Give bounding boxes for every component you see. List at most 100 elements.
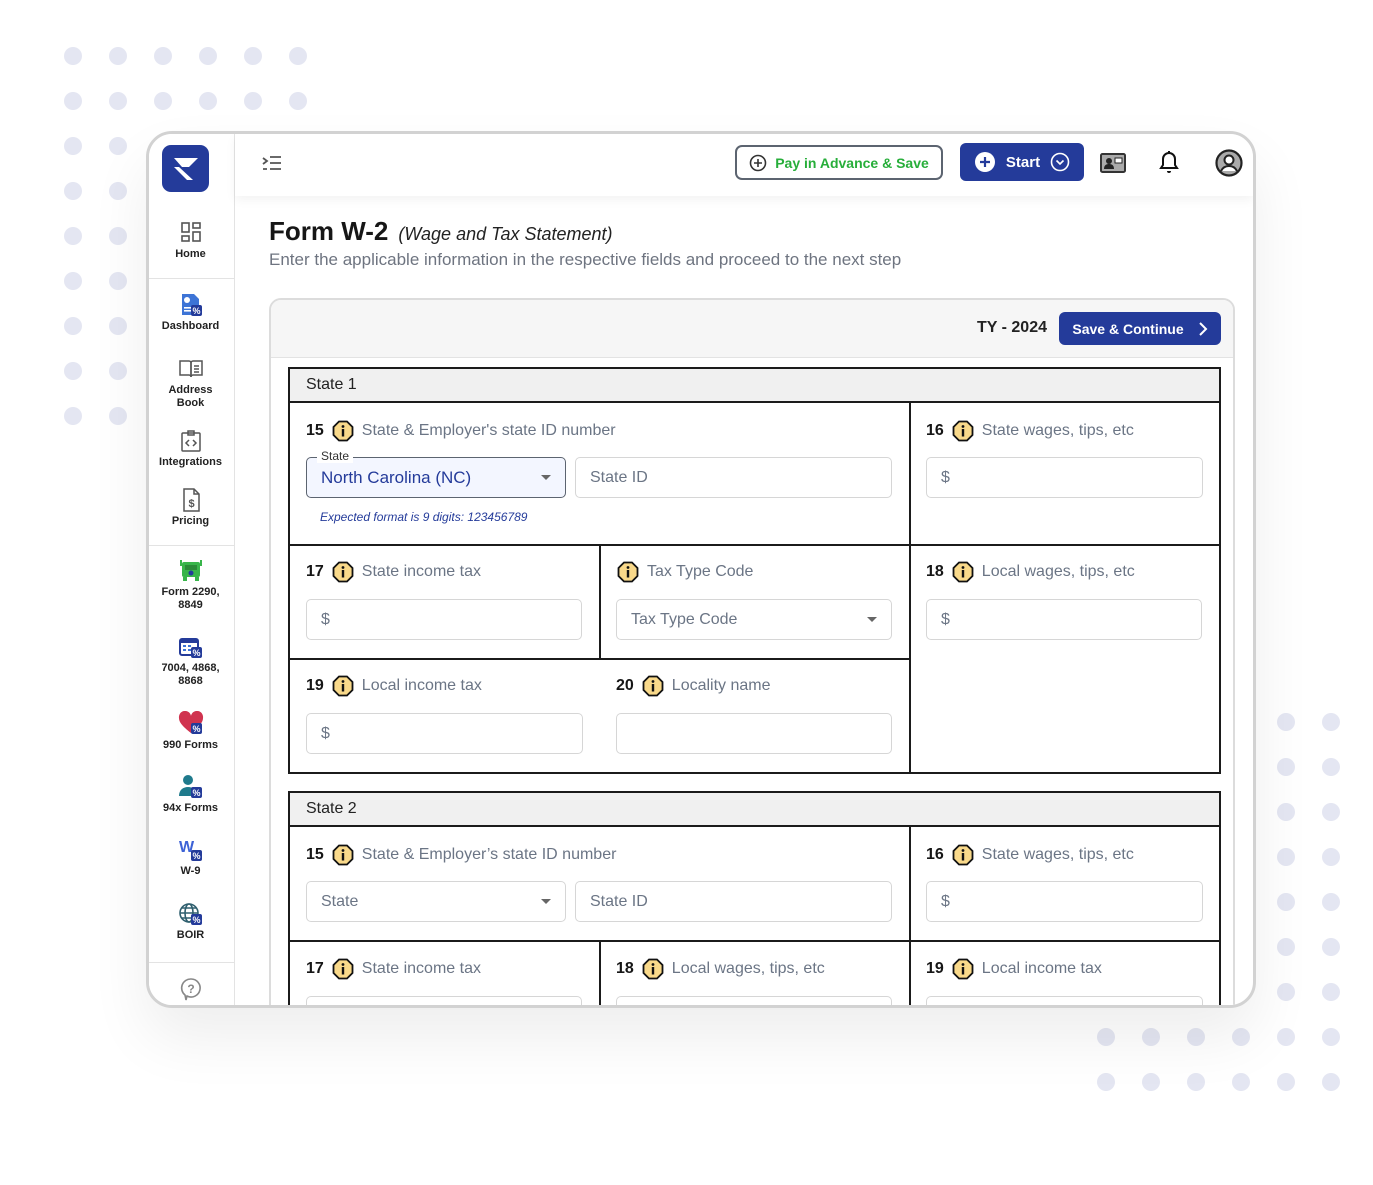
state-income-tax-input[interactable]: [306, 996, 582, 1005]
background-dot: [1277, 713, 1295, 731]
currency-placeholder: $: [941, 610, 950, 628]
svg-text:%: %: [192, 648, 200, 658]
background-dot: [64, 227, 82, 245]
sidebar-item-integrations[interactable]: Integrations: [149, 428, 232, 469]
main-content: Form W-2 (Wage and Tax Statement) Enter …: [235, 196, 1253, 1005]
contact-card-icon[interactable]: [1099, 149, 1127, 177]
pay-in-advance-button[interactable]: Pay in Advance & Save: [735, 145, 943, 180]
sidebar-item-94x-forms[interactable]: % 94x Forms: [149, 774, 232, 815]
plus-circle-icon: [749, 154, 767, 171]
background-dot: [109, 317, 127, 335]
background-dot: [1277, 803, 1295, 821]
info-icon[interactable]: [952, 561, 974, 583]
info-icon[interactable]: [952, 844, 974, 866]
local-wages-input[interactable]: $: [926, 599, 1202, 640]
sidebar-item-label: 7004, 4868, 8868: [161, 662, 220, 687]
save-continue-button[interactable]: Save & Continue: [1059, 312, 1221, 345]
tax-type-code-select[interactable]: Tax Type Code: [616, 599, 892, 640]
box-number: 18: [616, 960, 634, 977]
sidebar-item-990-forms[interactable]: % 990 Forms: [149, 711, 232, 752]
background-dot: [1322, 893, 1340, 911]
background-dot: [1322, 713, 1340, 731]
logo[interactable]: [162, 145, 209, 192]
page-title-subtitle: (Wage and Tax Statement): [398, 224, 613, 244]
divider: [909, 403, 911, 774]
chevron-down-circle-icon: [1050, 152, 1070, 172]
state-income-tax-input[interactable]: $: [306, 599, 582, 640]
caret-down-icon: [867, 617, 877, 622]
box-18-label: 18 Local wages, tips, etc: [926, 561, 1135, 583]
sidebar-item-help[interactable]: ?: [149, 976, 232, 1004]
box-17-label: 17 State income tax: [306, 958, 481, 980]
info-icon[interactable]: [332, 675, 354, 697]
info-icon[interactable]: [617, 561, 639, 583]
box-label: State income tax: [361, 563, 481, 580]
background-dot: [64, 182, 82, 200]
sidebar-item-dashboard[interactable]: % Dashboard: [149, 292, 232, 333]
local-income-tax-input[interactable]: $: [306, 713, 583, 754]
box-label: Local income tax: [361, 677, 482, 694]
svg-text:%: %: [192, 724, 200, 734]
integrations-icon: [180, 430, 201, 452]
calendar-icon: %: [178, 638, 202, 658]
info-icon[interactable]: [332, 561, 354, 583]
box-16-label: 16 State wages, tips, etc: [926, 844, 1134, 866]
divider: [909, 827, 911, 1005]
sidebar-item-label: Pricing: [171, 515, 210, 527]
info-icon[interactable]: [952, 958, 974, 980]
local-income-tax-input[interactable]: [926, 996, 1203, 1005]
state-select[interactable]: State: [306, 881, 566, 922]
sidebar-item-extensions[interactable]: % 7004, 4868, 8868: [149, 634, 232, 688]
background-dot: [1142, 1028, 1160, 1046]
background-dot: [1322, 758, 1340, 776]
state-wages-input[interactable]: $: [926, 457, 1203, 498]
sidebar-item-form-2290[interactable]: Form 2290, 8849: [149, 558, 232, 612]
background-dot: [1277, 1028, 1295, 1046]
user-avatar-icon[interactable]: [1215, 149, 1243, 177]
box-number: 17: [306, 960, 324, 977]
state-wages-input[interactable]: $: [926, 881, 1203, 922]
info-icon[interactable]: [642, 958, 664, 980]
svg-text:%: %: [192, 788, 200, 798]
background-dot: [64, 407, 82, 425]
sidebar-item-home[interactable]: Home: [149, 220, 232, 261]
info-icon[interactable]: [332, 420, 354, 442]
state-id-input[interactable]: State ID: [575, 881, 892, 922]
sidebar: Home % Dashboard Address Book Integratio…: [149, 134, 235, 1005]
info-icon[interactable]: [332, 844, 354, 866]
sidebar-item-label: 990 Forms: [162, 739, 219, 751]
app-window: Home % Dashboard Address Book Integratio…: [146, 131, 1256, 1008]
background-dot: [109, 407, 127, 425]
start-button[interactable]: Start: [960, 143, 1084, 181]
sidebar-item-address-book[interactable]: Address Book: [149, 356, 232, 410]
state-select[interactable]: State North Carolina (NC): [306, 449, 566, 498]
box-18-label: 18 Local wages, tips, etc: [616, 958, 825, 980]
state-1-title: State 1: [290, 369, 1219, 403]
local-wages-input[interactable]: [616, 996, 892, 1005]
info-icon[interactable]: [332, 958, 354, 980]
state-id-input[interactable]: State ID: [575, 457, 892, 498]
tax-type-code-label: Tax Type Code: [617, 561, 753, 583]
bell-icon[interactable]: [1155, 149, 1183, 177]
logo-icon: [173, 157, 198, 180]
tax-year: TY - 2024: [977, 319, 1047, 336]
box-15-label: 15 State & Employer’s state ID number: [306, 844, 616, 866]
background-dot: [1277, 893, 1295, 911]
topbar: Pay in Advance & Save Start: [235, 134, 1253, 196]
save-continue-label: Save & Continue: [1072, 320, 1184, 337]
state-2-title: State 2: [290, 793, 1219, 827]
sidebar-item-label: Home: [175, 248, 206, 260]
locality-name-input[interactable]: [616, 713, 892, 754]
background-dot: [1232, 1028, 1250, 1046]
background-dot: [1232, 1073, 1250, 1091]
menu-toggle-icon[interactable]: [261, 154, 283, 172]
info-icon[interactable]: [952, 420, 974, 442]
sidebar-item-boir[interactable]: % BOIR: [149, 901, 232, 942]
sidebar-item-pricing[interactable]: $ Pricing: [149, 487, 232, 528]
divider: [599, 940, 601, 1005]
sidebar-item-w9[interactable]: W% W-9: [149, 837, 232, 878]
globe-icon: %: [178, 903, 202, 925]
box-label: Local wages, tips, etc: [981, 563, 1135, 580]
background-dot: [64, 362, 82, 380]
info-icon[interactable]: [642, 675, 664, 697]
